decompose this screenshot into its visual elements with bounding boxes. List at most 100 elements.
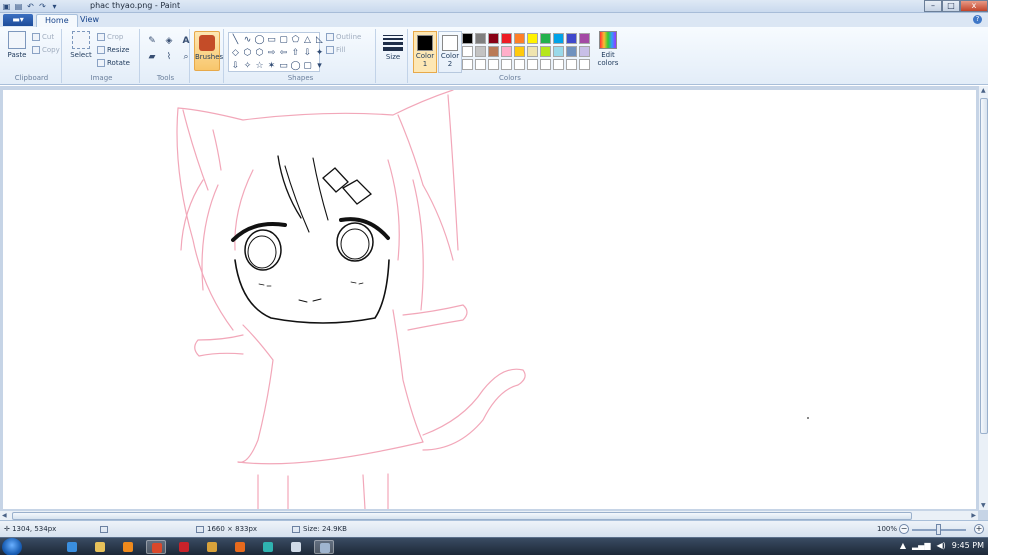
color-swatch[interactable] [475, 33, 486, 44]
clock[interactable]: 9:45 PM [952, 541, 984, 550]
shape-option[interactable]: ▭ [266, 34, 277, 46]
shape-option[interactable]: ∿ [242, 34, 253, 46]
color-swatch[interactable] [527, 33, 538, 44]
shape-option[interactable]: ◯ [290, 60, 301, 72]
tab-view[interactable]: View [72, 14, 107, 27]
color-swatch[interactable] [501, 46, 512, 57]
cut-button[interactable]: Cut [32, 33, 54, 41]
rotate-button[interactable]: Rotate [97, 59, 130, 67]
shape-option[interactable]: ▢ [278, 34, 289, 46]
color-swatch[interactable] [527, 46, 538, 57]
drawing-canvas[interactable] [3, 90, 976, 509]
shape-option[interactable]: △ [302, 34, 313, 46]
shape-option[interactable]: ⬠ [290, 34, 301, 46]
edit-colors-button[interactable]: Edit colors [596, 31, 620, 67]
color-swatch[interactable] [540, 46, 551, 57]
pencil-icon[interactable]: ✎ [146, 35, 158, 47]
shape-option[interactable]: ⇨ [266, 47, 277, 59]
crop-button[interactable]: Crop [97, 33, 123, 41]
zoom-in-button[interactable]: + [974, 524, 984, 534]
color-swatch[interactable] [501, 59, 512, 70]
color-swatch[interactable] [553, 46, 564, 57]
color-swatch[interactable] [501, 33, 512, 44]
shape-option[interactable]: ✦ [314, 47, 325, 59]
shape-option[interactable]: ▭ [278, 60, 289, 72]
zoom-slider-knob[interactable] [936, 524, 941, 535]
network-icon[interactable]: ▂▄▆ [912, 541, 930, 550]
volume-icon[interactable]: ◀) [936, 541, 945, 550]
resize-button[interactable]: Resize [97, 46, 129, 54]
size-button[interactable]: Size [380, 31, 406, 61]
color-swatch[interactable] [527, 59, 538, 70]
color-swatch[interactable] [514, 46, 525, 57]
shape-option[interactable]: ⇦ [278, 47, 289, 59]
close-button[interactable]: x [960, 0, 988, 12]
shape-option[interactable]: ✶ [266, 60, 277, 72]
zoom-out-button[interactable]: − [899, 524, 909, 534]
color1-button[interactable]: Color 1 [413, 31, 437, 73]
copy-button[interactable]: Copy [32, 46, 60, 54]
color-swatch[interactable] [540, 59, 551, 70]
shape-option[interactable]: ⬡ [242, 47, 253, 59]
customize-icon[interactable]: ▾ [50, 2, 59, 11]
scroll-right-icon[interactable]: ▶ [971, 512, 976, 519]
shape-option[interactable]: ╲ [230, 34, 241, 46]
horizontal-scrollbar[interactable]: ◀ ▶ [0, 510, 978, 520]
shape-option[interactable]: ⇧ [290, 47, 301, 59]
maximize-button[interactable]: □ [942, 0, 960, 12]
taskbar-app[interactable] [258, 540, 278, 554]
color-swatch[interactable] [475, 46, 486, 57]
taskbar-app[interactable] [62, 540, 82, 554]
brushes-button[interactable]: Brushes [194, 31, 223, 71]
eraser-icon[interactable]: ▰ [146, 51, 158, 63]
color-swatch[interactable] [579, 33, 590, 44]
color2-button[interactable]: Color 2 [438, 31, 462, 73]
shape-option[interactable]: ◺ [314, 34, 325, 46]
taskbar-app[interactable] [202, 540, 222, 554]
tray-expand-icon[interactable]: ▲ [900, 541, 906, 550]
paste-button[interactable]: Paste [5, 31, 29, 59]
taskbar-app[interactable] [286, 540, 306, 554]
shape-option[interactable]: ✧ [242, 60, 253, 72]
paint-app-icon[interactable]: ▣ [2, 2, 11, 11]
magnifier-icon[interactable]: ⌕ [180, 51, 192, 63]
taskbar-app[interactable] [146, 540, 166, 554]
vertical-scrollbar[interactable]: ▲ ▼ [978, 86, 988, 510]
shape-option[interactable]: ▾ [314, 60, 325, 72]
shape-option[interactable]: ⇩ [230, 60, 241, 72]
text-icon[interactable]: A [180, 35, 192, 47]
color-swatch[interactable] [540, 33, 551, 44]
shape-option[interactable]: ⬡ [254, 47, 265, 59]
shape-option[interactable]: ◯ [254, 34, 265, 46]
taskbar-app[interactable] [118, 540, 138, 554]
scroll-down-icon[interactable]: ▼ [981, 502, 986, 509]
taskbar-app[interactable] [90, 540, 110, 554]
color-swatch[interactable] [514, 59, 525, 70]
outline-button[interactable]: Outline [326, 33, 361, 41]
color-swatch[interactable] [462, 46, 473, 57]
redo-icon[interactable]: ↷ [38, 2, 47, 11]
taskbar-app[interactable] [230, 540, 250, 554]
fill-button[interactable]: Fill [326, 46, 345, 54]
color-swatch[interactable] [566, 46, 577, 57]
help-icon[interactable]: ? [973, 15, 982, 24]
undo-icon[interactable]: ↶ [26, 2, 35, 11]
color-swatch[interactable] [475, 59, 486, 70]
color-swatch[interactable] [553, 59, 564, 70]
shape-option[interactable]: ☆ [254, 60, 265, 72]
color-swatch[interactable] [579, 59, 590, 70]
color-swatch[interactable] [514, 33, 525, 44]
shape-option[interactable]: ◇ [230, 47, 241, 59]
color-swatch[interactable] [488, 33, 499, 44]
color-swatch[interactable] [488, 46, 499, 57]
taskbar-app[interactable] [314, 540, 334, 554]
minimize-button[interactable]: – [924, 0, 942, 12]
color-swatch[interactable] [553, 33, 564, 44]
taskbar-app[interactable] [174, 540, 194, 554]
color-swatch[interactable] [462, 33, 473, 44]
shape-option[interactable]: ▢ [302, 60, 313, 72]
fill-icon[interactable]: ◈ [163, 35, 175, 47]
shape-option[interactable]: ⇩ [302, 47, 313, 59]
paint-menu-button[interactable]: ▬▾ [3, 14, 33, 26]
color-swatch[interactable] [462, 59, 473, 70]
